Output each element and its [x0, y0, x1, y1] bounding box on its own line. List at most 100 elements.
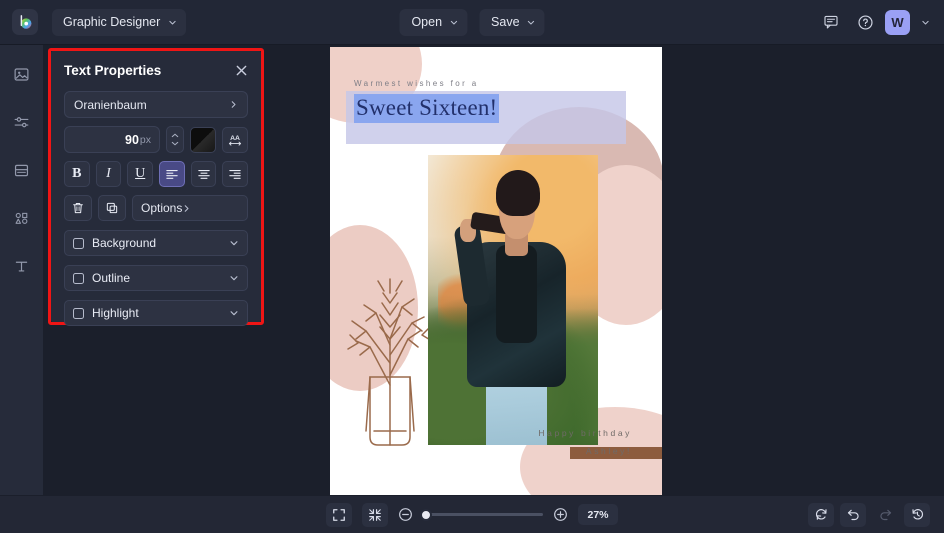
- photo-top: [496, 244, 537, 344]
- chevron-up-icon: [171, 133, 179, 138]
- comment-bubble-icon: [824, 15, 838, 29]
- font-size-value: 90: [125, 132, 139, 147]
- letter-spacing-icon: AA: [228, 135, 242, 146]
- sidebar-item-text[interactable]: [7, 251, 37, 281]
- history-button[interactable]: [904, 502, 930, 527]
- sidebar-item-templates[interactable]: [7, 155, 37, 185]
- sidebar-item-adjustments[interactable]: [7, 107, 37, 137]
- background-accordion[interactable]: Background: [64, 230, 248, 256]
- font-family-value: Oranienbaum: [74, 97, 147, 112]
- font-family-select[interactable]: Oranienbaum: [64, 91, 248, 118]
- account-chevron-icon[interactable]: [916, 8, 934, 36]
- left-toolbar: [0, 45, 44, 533]
- redo-button[interactable]: [872, 503, 898, 527]
- top-center-menus: Open Save: [399, 8, 545, 36]
- chevron-down-icon: [169, 20, 176, 25]
- font-size-stepper[interactable]: [166, 126, 184, 153]
- zoom-in-icon: [554, 508, 567, 521]
- text-properties-highlight: Text Properties Oranienbaum 90 px AA B I…: [48, 48, 264, 326]
- outline-label: Outline: [92, 271, 131, 285]
- footer-line-1: Happy birthday: [538, 428, 632, 439]
- text-properties-panel: Text Properties Oranienbaum 90 px AA B I…: [51, 51, 261, 326]
- save-label: Save: [491, 15, 520, 29]
- zoom-out-button[interactable]: [398, 507, 413, 522]
- align-left-icon: [166, 170, 178, 179]
- open-menu-button[interactable]: Open: [399, 8, 468, 36]
- font-size-row: 90 px AA: [64, 126, 248, 153]
- chevron-down-icon: [450, 20, 457, 25]
- text-icon: [15, 261, 28, 272]
- close-x-icon: [236, 65, 247, 76]
- outline-accordion[interactable]: Outline: [64, 265, 248, 291]
- bottom-bar: 27%: [0, 495, 944, 533]
- fit-screen-icon: [333, 508, 345, 521]
- zoom-slider-handle[interactable]: [420, 508, 432, 521]
- headline-text-block[interactable]: Warmest wishes for a Sweet Sixteen!: [354, 79, 604, 123]
- chevron-down-icon: [921, 20, 929, 25]
- save-menu-button[interactable]: Save: [479, 8, 545, 36]
- document-name-chip[interactable]: Graphic Designer: [52, 8, 187, 36]
- history-controls: [808, 502, 930, 527]
- comment-icon[interactable]: [817, 8, 845, 36]
- portrait-photo[interactable]: [428, 155, 598, 445]
- options-button[interactable]: Options: [132, 195, 248, 221]
- avatar-initial: W: [891, 14, 904, 30]
- chevron-right-icon: [185, 204, 189, 212]
- help-circle-icon[interactable]: [851, 8, 879, 36]
- reset-icon: [815, 509, 827, 520]
- duplicate-icon: [106, 202, 118, 214]
- fit-screen-button[interactable]: [326, 502, 352, 527]
- chevron-down-icon: [230, 276, 238, 281]
- letter-spacing-button[interactable]: AA: [222, 126, 248, 153]
- zoom-in-button[interactable]: [553, 507, 568, 522]
- sidebar-item-elements[interactable]: [7, 203, 37, 233]
- options-label: Options: [141, 201, 183, 215]
- zoom-level-label[interactable]: 27%: [578, 504, 618, 525]
- text-color-swatch[interactable]: [190, 126, 216, 153]
- sidebar-item-images[interactable]: [7, 59, 37, 89]
- background-checkbox[interactable]: [73, 237, 84, 249]
- text-style-row: B I U: [64, 161, 249, 187]
- question-mark-icon: [857, 14, 873, 30]
- avatar[interactable]: W: [885, 9, 910, 35]
- top-bar: Graphic Designer Open Save W: [0, 0, 944, 45]
- panel-title: Text Properties: [64, 63, 162, 78]
- layout-icon: [14, 164, 29, 176]
- highlight-accordion[interactable]: Highlight: [64, 300, 248, 326]
- bold-button[interactable]: B: [64, 161, 90, 187]
- chevron-down-icon: [527, 20, 535, 25]
- sliders-icon: [14, 116, 29, 127]
- reset-button[interactable]: [808, 502, 834, 527]
- app-logo-icon[interactable]: [12, 9, 38, 35]
- duplicate-button[interactable]: [98, 195, 126, 221]
- chevron-right-icon: [231, 101, 236, 108]
- shapes-icon: [15, 212, 28, 224]
- font-size-input[interactable]: 90 px: [64, 126, 160, 153]
- footer-line-2: Ashley!: [585, 446, 632, 457]
- footer-text-block[interactable]: Happy birthday Ashley!: [538, 425, 632, 461]
- align-right-button[interactable]: [222, 161, 249, 187]
- undo-button[interactable]: [840, 502, 866, 527]
- history-icon: [911, 509, 923, 520]
- collapse-button[interactable]: [362, 502, 388, 527]
- zoom-out-icon: [399, 508, 412, 521]
- collapse-icon: [369, 508, 381, 521]
- canvas-area[interactable]: Warmest wishes for a Sweet Sixteen! Happ…: [268, 45, 944, 495]
- chevron-down-icon: [230, 311, 238, 316]
- italic-button[interactable]: I: [95, 161, 122, 187]
- close-icon[interactable]: [235, 64, 248, 77]
- underline-button[interactable]: U: [127, 161, 154, 187]
- design-card[interactable]: Warmest wishes for a Sweet Sixteen! Happ…: [330, 47, 662, 495]
- open-label: Open: [411, 15, 443, 29]
- delete-button[interactable]: [64, 195, 92, 221]
- outline-checkbox[interactable]: [73, 272, 84, 284]
- headline-subtitle: Warmest wishes for a: [354, 79, 479, 88]
- chevron-down-icon: [230, 241, 238, 246]
- highlight-checkbox[interactable]: [73, 307, 84, 319]
- zoom-slider[interactable]: [420, 508, 543, 521]
- align-center-button[interactable]: [190, 161, 217, 187]
- align-center-icon: [197, 170, 210, 179]
- align-left-button[interactable]: [159, 161, 185, 187]
- background-label: Background: [92, 236, 157, 250]
- object-actions-row: Options: [64, 195, 248, 221]
